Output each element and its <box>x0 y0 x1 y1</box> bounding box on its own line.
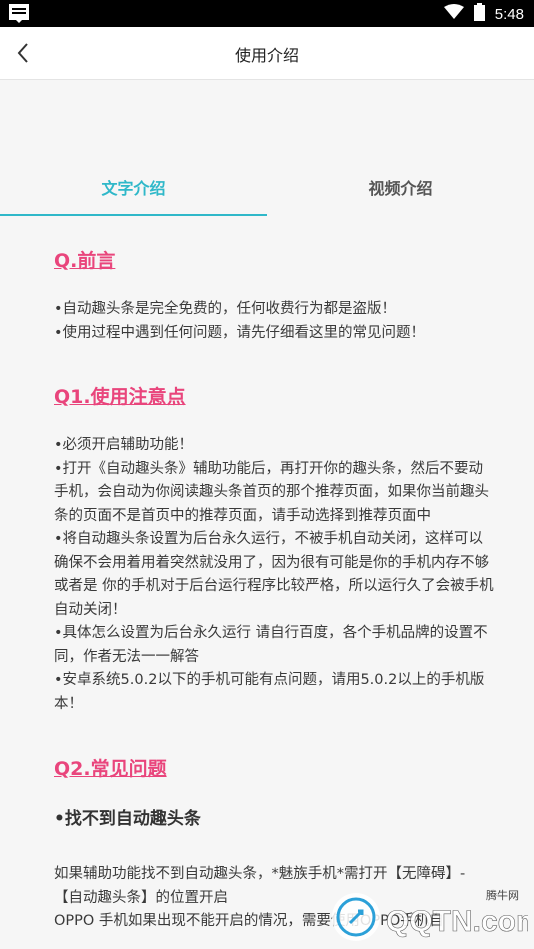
section-heading-preface: Q.前言 <box>54 250 116 272</box>
battery-icon <box>473 3 485 25</box>
page-title: 使用介绍 <box>234 46 299 65</box>
watermark-small: 腾牛网 <box>486 888 519 902</box>
clock: 5:48 <box>494 5 524 23</box>
q2-subheading: •找不到自动趣头条 <box>54 809 201 829</box>
tab-text-intro[interactable]: 文字介绍 <box>0 170 267 216</box>
section-heading-q1: Q1.使用注意点 <box>54 386 186 408</box>
watermark-brand: QQTN.com <box>386 905 528 938</box>
app-bar: 使用介绍 <box>0 27 534 80</box>
wifi-icon <box>443 4 464 24</box>
status-bar: 5:48 <box>0 0 534 27</box>
preface-line-2: •使用过程中遇到任何问题，请先仔细看这里的常见问题！ <box>54 324 426 341</box>
watermark-logo: QQTN.com 腾牛网 <box>328 883 534 945</box>
tab-bar: 文字介绍 视频介绍 <box>0 170 534 216</box>
tab-video-intro[interactable]: 视频介绍 <box>267 170 534 214</box>
section-heading-q2: Q2.常见问题 <box>54 758 167 780</box>
q1-body: •必须开启辅助功能！ •打开《自动趣头条》辅助功能后，再打开你的趣头条，然后不要… <box>54 437 494 712</box>
intro-content: Q.前言 •自动趣头条是完全免费的，任何收费行为都是盗版！ •使用过程中遇到任何… <box>54 246 494 934</box>
preface-line-1: •自动趣头条是完全免费的，任何收费行为都是盗版！ <box>54 301 397 317</box>
notification-icon <box>8 3 30 27</box>
